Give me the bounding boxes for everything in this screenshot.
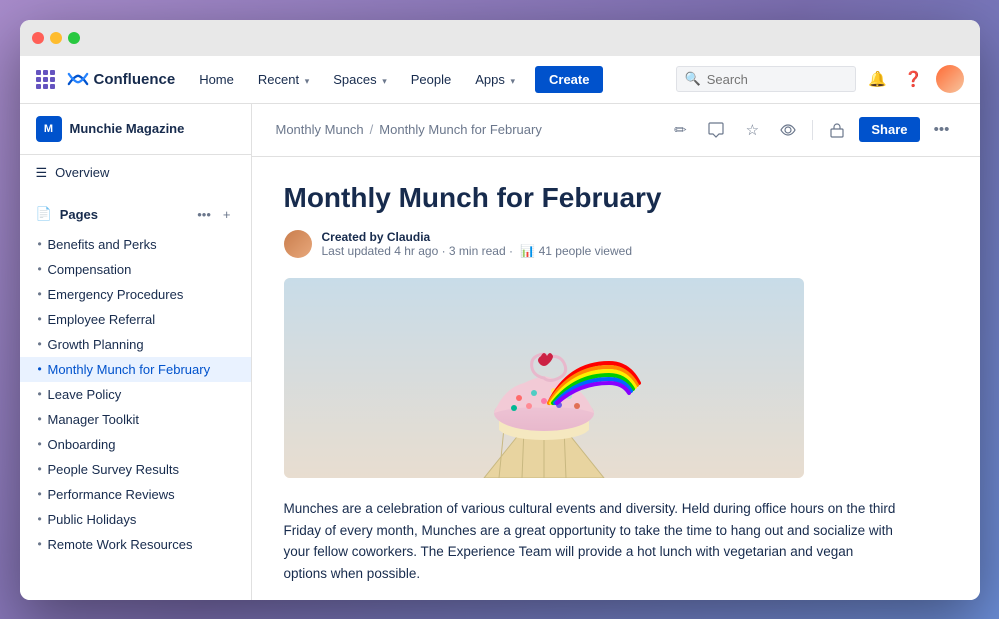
edit-icon[interactable]: ✏ [666, 116, 694, 144]
user-avatar[interactable] [936, 65, 964, 93]
page-content: Monthly Munch for February Created by Cl… [252, 157, 932, 600]
sidebar-pages-header[interactable]: 📄 Pages ••• + [20, 199, 251, 230]
pages-more-icon[interactable]: ••• [193, 205, 215, 224]
meta-text: Created by Claudia Last updated 4 hr ago… [322, 230, 633, 258]
titlebar [20, 20, 980, 56]
sidebar-item-growth[interactable]: Growth Planning [20, 332, 251, 357]
sidebar: M Munchie Magazine ☰ Overview 📄 Pages ••… [20, 104, 252, 600]
create-button[interactable]: Create [535, 66, 603, 93]
watch-icon[interactable] [774, 116, 802, 144]
page-body-text: Munches are a celebration of various cul… [284, 498, 900, 584]
sidebar-item-holidays[interactable]: Public Holidays [20, 507, 251, 532]
hero-image [284, 278, 804, 478]
pages-icon: 📄 [36, 206, 52, 222]
list-icon: ☰ [36, 165, 48, 181]
content-area: Monthly Munch / Monthly Munch for Februa… [252, 104, 980, 600]
page-meta: Created by Claudia Last updated 4 hr ago… [284, 230, 900, 258]
sidebar-item-emergency[interactable]: Emergency Procedures [20, 282, 251, 307]
comment-icon[interactable] [702, 116, 730, 144]
sidebar-overview[interactable]: ☰ Overview [20, 155, 251, 191]
sidebar-item-remote[interactable]: Remote Work Resources [20, 532, 251, 557]
search-icon: 🔍 [685, 71, 701, 87]
maximize-button[interactable] [68, 32, 80, 44]
nav-recent[interactable]: Recent ▾ [250, 68, 317, 91]
sidebar-item-performance[interactable]: Performance Reviews [20, 482, 251, 507]
close-button[interactable] [32, 32, 44, 44]
nav-spaces[interactable]: Spaces ▾ [325, 68, 395, 91]
minimize-button[interactable] [50, 32, 62, 44]
sidebar-item-survey[interactable]: People Survey Results [20, 457, 251, 482]
navbar: Confluence Home Recent ▾ Spaces ▾ People… [20, 56, 980, 104]
nav-home[interactable]: Home [191, 68, 242, 91]
action-separator [812, 120, 813, 140]
sidebar-space-header[interactable]: M Munchie Magazine [20, 104, 251, 155]
pages-section-title: 📄 Pages [36, 206, 99, 222]
sidebar-pages-section: 📄 Pages ••• + Benefits and Perks Compens… [20, 191, 251, 567]
confluence-logo[interactable]: Confluence [67, 68, 176, 90]
sidebar-item-manager[interactable]: Manager Toolkit [20, 407, 251, 432]
nav-apps[interactable]: Apps ▾ [467, 68, 523, 91]
sidebar-item-leave[interactable]: Leave Policy [20, 382, 251, 407]
notifications-icon[interactable]: 🔔 [864, 65, 892, 93]
cupcake-svg [284, 278, 804, 478]
pages-section-actions: ••• + [193, 205, 234, 224]
sidebar-item-monthly-munch[interactable]: Monthly Munch for February [20, 357, 251, 382]
sidebar-item-benefits[interactable]: Benefits and Perks [20, 232, 251, 257]
search-box[interactable]: 🔍 [676, 66, 856, 92]
search-input[interactable] [707, 72, 847, 87]
help-icon[interactable]: ❓ [900, 65, 928, 93]
breadcrumb: Monthly Munch / Monthly Munch for Februa… [276, 122, 542, 137]
apps-grid-icon[interactable] [36, 70, 55, 89]
app-window: Confluence Home Recent ▾ Spaces ▾ People… [20, 20, 980, 600]
more-actions-icon[interactable]: ••• [928, 116, 956, 144]
share-button[interactable]: Share [859, 117, 919, 142]
sidebar-item-onboarding[interactable]: Onboarding [20, 432, 251, 457]
nav-people[interactable]: People [403, 68, 459, 91]
pages-add-icon[interactable]: + [219, 205, 235, 224]
space-name: Munchie Magazine [70, 121, 185, 136]
sidebar-pages-list: Benefits and Perks Compensation Emergenc… [20, 230, 251, 559]
confluence-icon [67, 68, 89, 90]
content-header: Monthly Munch / Monthly Munch for Februa… [252, 104, 980, 157]
space-icon: M [36, 116, 62, 142]
breadcrumb-current: Monthly Munch for February [379, 122, 542, 137]
main-layout: M Munchie Magazine ☰ Overview 📄 Pages ••… [20, 104, 980, 600]
star-icon[interactable]: ☆ [738, 116, 766, 144]
author-avatar [284, 230, 312, 258]
breadcrumb-parent[interactable]: Monthly Munch [276, 122, 364, 137]
sidebar-item-compensation[interactable]: Compensation [20, 257, 251, 282]
breadcrumb-separator: / [370, 122, 374, 137]
content-actions: ✏ ☆ [666, 116, 955, 144]
restrict-icon[interactable] [823, 116, 851, 144]
sidebar-item-employee-referral[interactable]: Employee Referral [20, 307, 251, 332]
page-title: Monthly Munch for February [284, 181, 900, 215]
traffic-lights [32, 32, 80, 44]
